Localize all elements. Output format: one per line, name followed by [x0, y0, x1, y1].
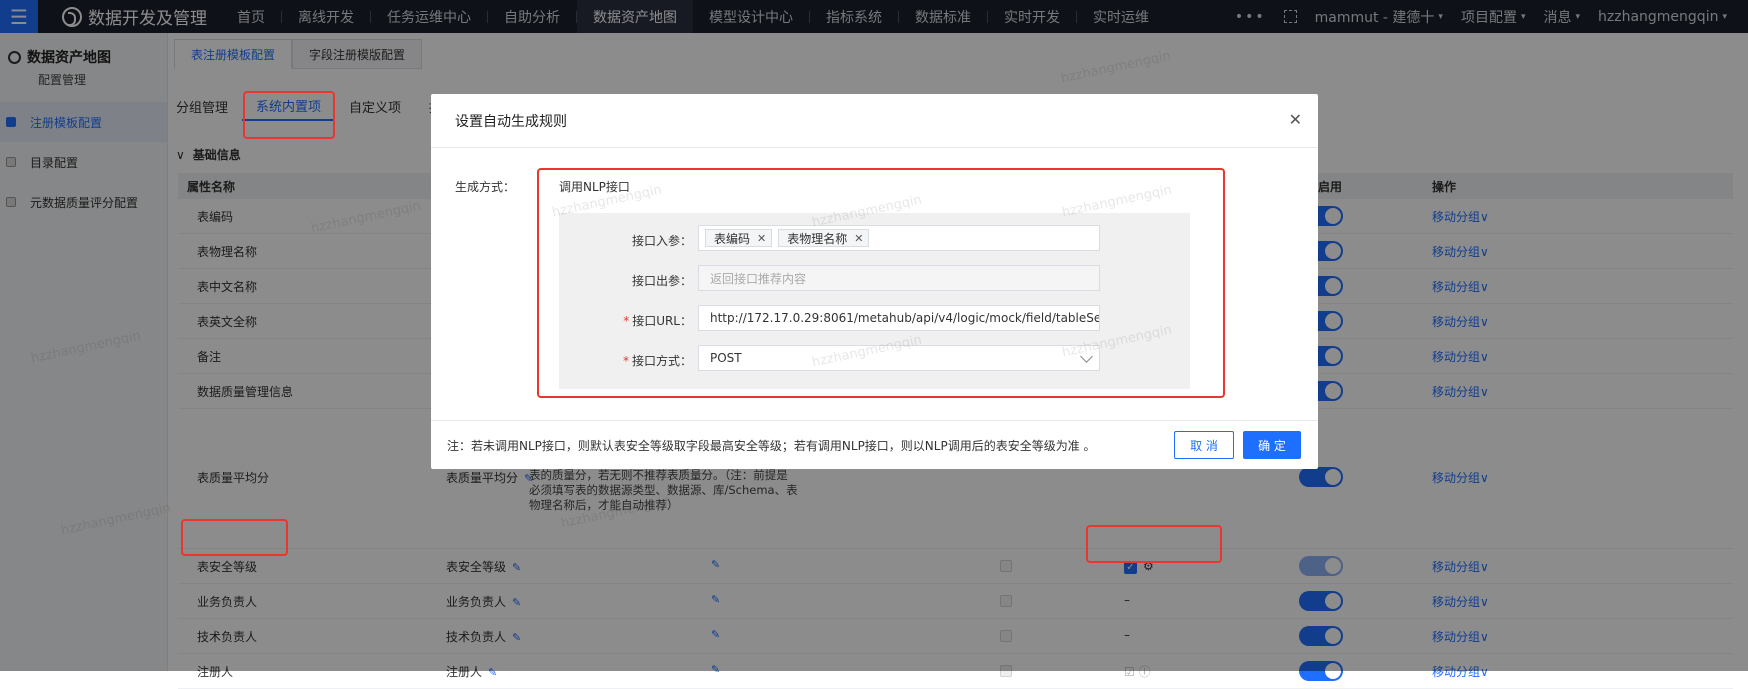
dialog-title: 设置自动生成规则: [455, 113, 567, 130]
cancel-button[interactable]: 取 消: [1174, 431, 1234, 459]
highlight-auto-generate-setting: [1086, 525, 1222, 563]
highlight-table-security-level: [181, 519, 288, 556]
close-icon[interactable]: ✕: [1289, 110, 1302, 129]
confirm-button[interactable]: 确 定: [1243, 431, 1301, 459]
dialog-header: 设置自动生成规则 ✕: [431, 94, 1318, 148]
highlight-system-builtin-tab: [243, 91, 335, 139]
highlight-nlp-config: [537, 168, 1225, 398]
dialog-note: 注：若未调用NLP接口，则默认表安全等级取字段最高安全等级；若有调用NLP接口，…: [447, 438, 1096, 453]
generate-mode-label: 生成方式：: [455, 180, 516, 194]
